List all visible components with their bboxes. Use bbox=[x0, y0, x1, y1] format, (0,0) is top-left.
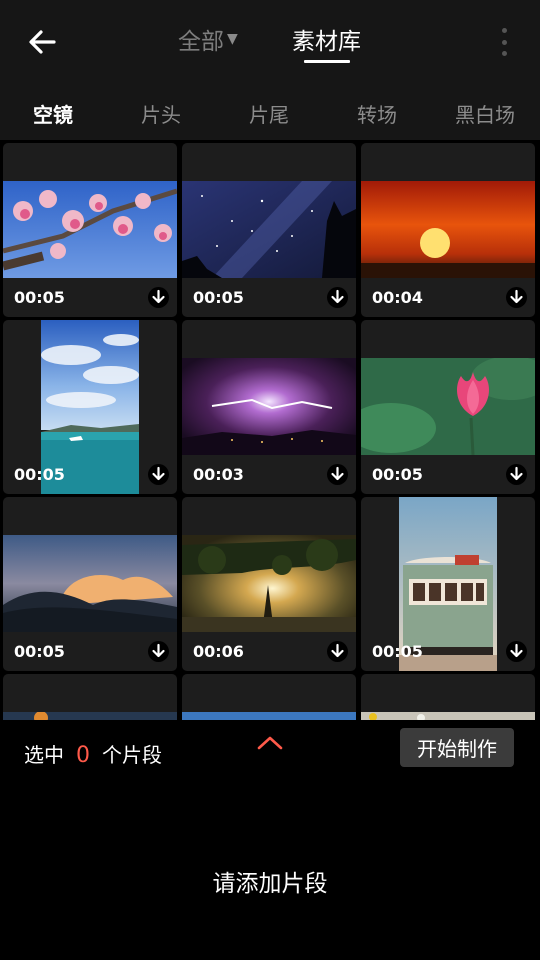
tab-library[interactable]: 素材库 bbox=[292, 22, 361, 56]
chevron-up-icon[interactable] bbox=[256, 732, 284, 754]
clip-duration: 00:03 bbox=[193, 465, 244, 484]
download-icon[interactable] bbox=[327, 464, 348, 485]
clip-tile[interactable] bbox=[3, 674, 177, 720]
active-tab-indicator bbox=[304, 60, 350, 63]
clip-tile[interactable]: 00:05 bbox=[361, 497, 535, 671]
download-icon[interactable] bbox=[148, 287, 169, 308]
clip-duration: 00:04 bbox=[372, 288, 423, 307]
start-create-button[interactable]: 开始制作 bbox=[400, 728, 514, 767]
more-options-icon[interactable] bbox=[496, 28, 512, 56]
clip-duration: 00:05 bbox=[372, 642, 423, 661]
clip-tile[interactable] bbox=[361, 674, 535, 720]
download-icon[interactable] bbox=[148, 464, 169, 485]
clip-tile[interactable]: 00:03 bbox=[182, 320, 356, 494]
clip-thumbnail bbox=[3, 712, 177, 720]
clip-thumbnail bbox=[361, 358, 535, 455]
clip-duration: 00:05 bbox=[14, 642, 65, 661]
clip-tile[interactable]: 00:04 bbox=[361, 143, 535, 317]
download-icon[interactable] bbox=[148, 641, 169, 662]
category-tab-ending[interactable]: 片尾 bbox=[249, 99, 289, 128]
selected-count: 0 bbox=[76, 743, 90, 768]
clip-thumbnail bbox=[361, 181, 535, 278]
clip-tile[interactable]: 00:05 bbox=[3, 143, 177, 317]
clip-thumbnail bbox=[361, 712, 535, 720]
category-tab-opening[interactable]: 片头 bbox=[141, 99, 181, 128]
clip-tile[interactable]: 00:05 bbox=[3, 320, 177, 494]
selected-prefix: 选中 bbox=[24, 743, 64, 767]
download-icon[interactable] bbox=[327, 287, 348, 308]
download-icon[interactable] bbox=[506, 287, 527, 308]
selection-panel: 选中 0 个片段 开始制作 请添加片段 bbox=[0, 720, 540, 960]
empty-clips-hint: 请添加片段 bbox=[212, 871, 328, 897]
clip-thumbnail bbox=[182, 712, 356, 720]
clip-thumbnail bbox=[3, 181, 177, 278]
tab-all[interactable]: 全部 ▼ bbox=[178, 22, 238, 56]
clip-thumbnail bbox=[182, 358, 356, 455]
category-tabs: 空镜 片头 片尾 转场 黑白场 bbox=[0, 85, 540, 140]
selection-status: 选中 0 个片段 bbox=[24, 739, 162, 768]
clip-duration: 00:05 bbox=[14, 288, 65, 307]
clip-duration: 00:05 bbox=[14, 465, 65, 484]
clip-tile[interactable]: 00:05 bbox=[3, 497, 177, 671]
clip-thumbnail bbox=[182, 181, 356, 278]
top-bar: 全部 ▼ 素材库 bbox=[0, 0, 540, 85]
dropdown-triangle-icon: ▼ bbox=[227, 31, 238, 47]
clip-grid: 00:05 00:05 00:04 00:05 00:03 00:05 00:0… bbox=[0, 140, 540, 720]
clip-duration: 00:05 bbox=[372, 465, 423, 484]
clip-tile[interactable]: 00:06 bbox=[182, 497, 356, 671]
download-icon[interactable] bbox=[506, 464, 527, 485]
download-icon[interactable] bbox=[506, 641, 527, 662]
category-tab-black-white[interactable]: 黑白场 bbox=[455, 99, 515, 128]
category-tab-empty-shot[interactable]: 空镜 bbox=[33, 99, 73, 128]
category-tab-transition[interactable]: 转场 bbox=[357, 99, 397, 128]
back-arrow-icon[interactable] bbox=[22, 24, 62, 60]
clip-tile[interactable]: 00:05 bbox=[361, 320, 535, 494]
clip-tile[interactable] bbox=[182, 674, 356, 720]
clip-thumbnail bbox=[3, 535, 177, 632]
download-icon[interactable] bbox=[327, 641, 348, 662]
clip-thumbnail bbox=[182, 535, 356, 632]
clip-tile[interactable]: 00:05 bbox=[182, 143, 356, 317]
clip-duration: 00:06 bbox=[193, 642, 244, 661]
clip-duration: 00:05 bbox=[193, 288, 244, 307]
selected-suffix: 个片段 bbox=[102, 743, 162, 767]
tab-all-label: 全部 bbox=[178, 29, 224, 55]
